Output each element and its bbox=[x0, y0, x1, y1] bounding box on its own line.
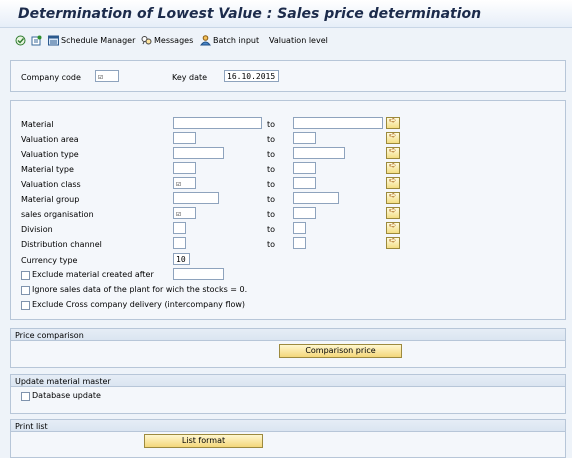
batch-input-icon bbox=[199, 34, 212, 46]
material-type-label: Material type bbox=[21, 165, 74, 174]
sales-organisation-to-label: to bbox=[267, 210, 276, 219]
division-from-field[interactable] bbox=[173, 222, 186, 234]
exclude-cross-company-label: Exclude Cross company delivery (intercom… bbox=[32, 300, 246, 309]
material-group-multiple-selection-button[interactable] bbox=[386, 191, 400, 204]
valuation-class-multiple-selection-button[interactable] bbox=[386, 176, 400, 189]
division-label: Division bbox=[21, 225, 53, 234]
material-group-label: Material group bbox=[21, 195, 80, 204]
sales-organisation-multiple-selection-button[interactable] bbox=[386, 206, 400, 219]
print-list-frame bbox=[10, 431, 566, 458]
update-master-title: Update material master bbox=[15, 377, 111, 386]
batch-input-label: Batch input bbox=[213, 35, 260, 45]
schedule-manager-icon bbox=[48, 35, 59, 46]
valuation-area-label: Valuation area bbox=[21, 135, 79, 144]
get-variant-button[interactable] bbox=[31, 33, 44, 47]
valuation-type-to-label: to bbox=[267, 150, 276, 159]
division-to-field[interactable] bbox=[293, 222, 306, 234]
distribution-channel-to-label: to bbox=[267, 240, 276, 249]
material-type-from-field[interactable] bbox=[173, 162, 196, 174]
valuation-area-to-field[interactable] bbox=[293, 132, 316, 144]
valuation-level-button[interactable]: Valuation level bbox=[269, 33, 328, 47]
key-date-label: Key date bbox=[172, 73, 208, 82]
material-type-to-label: to bbox=[267, 165, 276, 174]
valuation-type-multiple-selection-button[interactable] bbox=[386, 146, 400, 159]
exclude-cross-company-checkbox[interactable] bbox=[21, 301, 30, 310]
schedule-manager-label: Schedule Manager bbox=[61, 35, 136, 45]
valuation-class-from-field[interactable]: ☑ bbox=[173, 177, 196, 189]
key-date-field[interactable]: 16.10.2015 bbox=[224, 70, 279, 82]
material-to-label: to bbox=[267, 120, 276, 129]
division-to-label: to bbox=[267, 225, 276, 234]
distribution-channel-to-field[interactable] bbox=[293, 237, 306, 249]
valuation-type-from-field[interactable] bbox=[173, 147, 224, 159]
execute-icon bbox=[15, 35, 26, 46]
messages-button[interactable]: Messages bbox=[141, 33, 193, 47]
valuation-area-from-field[interactable] bbox=[173, 132, 196, 144]
sales-organisation-label: sales organisation bbox=[21, 210, 94, 219]
division-multiple-selection-button[interactable] bbox=[386, 221, 400, 234]
ignore-sales-label: Ignore sales data of the plant for wich … bbox=[32, 285, 248, 294]
price-comparison-title: Price comparison bbox=[15, 331, 84, 340]
material-from-field[interactable] bbox=[173, 117, 262, 129]
sales-organisation-from-field[interactable]: ☑ bbox=[173, 207, 196, 219]
company-code-field[interactable]: ☑ bbox=[95, 70, 119, 82]
material-to-field[interactable] bbox=[293, 117, 383, 129]
distribution-channel-multiple-selection-button[interactable] bbox=[386, 236, 400, 249]
material-type-multiple-selection-button[interactable] bbox=[386, 161, 400, 174]
company-code-label: Company code bbox=[21, 73, 81, 82]
messages-label: Messages bbox=[154, 35, 194, 45]
currency-type-label: Currency type bbox=[21, 256, 78, 265]
exclude-created-checkbox[interactable] bbox=[21, 271, 30, 280]
valuation-type-label: Valuation type bbox=[21, 150, 79, 159]
header-frame bbox=[10, 60, 566, 92]
sales-organisation-to-field[interactable] bbox=[293, 207, 316, 219]
valuation-class-label: Valuation class bbox=[21, 180, 81, 189]
exclude-created-date-field[interactable] bbox=[173, 268, 224, 280]
valuation-class-to-field[interactable] bbox=[293, 177, 316, 189]
messages-icon bbox=[141, 35, 152, 46]
database-update-label: Database update bbox=[32, 391, 101, 400]
material-group-from-field[interactable] bbox=[173, 192, 219, 204]
window-title: Determination of Lowest Value : Sales pr… bbox=[18, 6, 482, 22]
distribution-channel-label: Distribution channel bbox=[21, 240, 102, 249]
material-label: Material bbox=[21, 120, 54, 129]
valuation-level-label: Valuation level bbox=[269, 35, 328, 45]
distribution-channel-from-field[interactable] bbox=[173, 237, 186, 249]
schedule-manager-button[interactable]: Schedule Manager bbox=[48, 33, 135, 47]
valuation-class-to-label: to bbox=[267, 180, 276, 189]
material-group-to-label: to bbox=[267, 195, 276, 204]
material-type-to-field[interactable] bbox=[293, 162, 316, 174]
database-update-checkbox[interactable] bbox=[21, 392, 30, 401]
valuation-area-multiple-selection-button[interactable] bbox=[386, 131, 400, 144]
print-list-title: Print list bbox=[15, 422, 48, 431]
currency-type-field[interactable]: 10 bbox=[173, 253, 190, 265]
exclude-created-label: Exclude material created after bbox=[32, 270, 154, 279]
batch-input-button[interactable]: Batch input bbox=[199, 33, 260, 47]
execute-button[interactable] bbox=[15, 33, 28, 47]
variant-icon bbox=[31, 35, 42, 46]
ignore-sales-checkbox[interactable] bbox=[21, 286, 30, 295]
material-group-to-field[interactable] bbox=[293, 192, 339, 204]
valuation-type-to-field[interactable] bbox=[293, 147, 345, 159]
valuation-area-to-label: to bbox=[267, 135, 276, 144]
list-format-button[interactable]: List format bbox=[144, 434, 263, 448]
comparison-price-button[interactable]: Comparison price bbox=[279, 344, 402, 358]
material-multiple-selection-button[interactable] bbox=[386, 116, 400, 129]
